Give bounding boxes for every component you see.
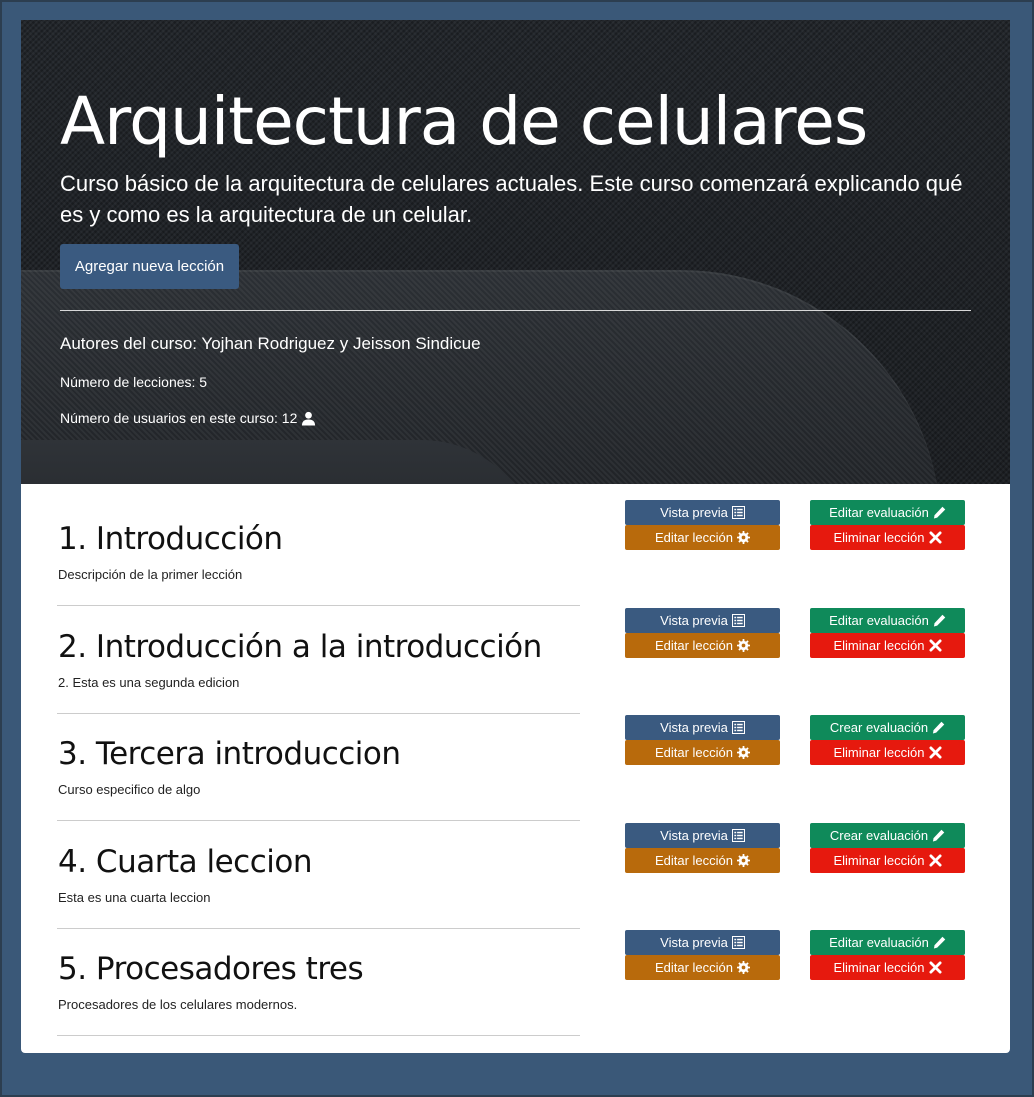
list-alt-icon <box>731 506 745 519</box>
delete-lesson-label: Eliminar lección <box>833 638 925 653</box>
user-count-row: Número de usuarios en este curso: 12 <box>60 410 316 426</box>
cog-icon <box>737 531 751 544</box>
edit-lesson-label: Editar lección <box>654 530 734 545</box>
lesson-item: 3. Tercera introduccion Curso especifico… <box>21 699 1010 821</box>
preview-button[interactable]: Vista previa <box>625 500 780 525</box>
list-alt-icon <box>731 936 745 949</box>
preview-button[interactable]: Vista previa <box>625 608 780 633</box>
preview-label: Vista previa <box>660 720 728 735</box>
close-icon <box>928 531 942 544</box>
cog-icon <box>737 961 751 974</box>
course-description: Curso básico de la arquitectura de celul… <box>60 171 963 227</box>
lesson-item: 4. Cuarta leccion Esta es una cuarta lec… <box>21 807 1010 929</box>
delete-lesson-button[interactable]: Eliminar lección <box>810 633 965 658</box>
edit-lesson-label: Editar lección <box>654 638 734 653</box>
evaluation-button[interactable]: Editar evaluación <box>810 500 965 525</box>
lesson-title[interactable]: 4. Cuarta leccion <box>58 843 312 881</box>
lesson-description: Procesadores de los celulares modernos. <box>58 997 298 1012</box>
evaluation-button[interactable]: Editar evaluación <box>810 608 965 633</box>
pencil-icon <box>933 614 946 627</box>
cog-icon <box>737 639 751 652</box>
preview-button[interactable]: Vista previa <box>625 715 780 740</box>
add-lesson-button[interactable]: Agregar nueva lección <box>60 244 239 289</box>
evaluation-label: Editar evaluación <box>829 935 929 950</box>
delete-lesson-button[interactable]: Eliminar lección <box>810 740 965 765</box>
close-icon <box>928 961 942 974</box>
preview-label: Vista previa <box>660 828 728 843</box>
delete-lesson-label: Eliminar lección <box>833 853 925 868</box>
lesson-title[interactable]: 3. Tercera introduccion <box>58 735 401 773</box>
course-title: Arquitectura de celulares <box>60 83 868 160</box>
lesson-title[interactable]: 5. Procesadores tres <box>58 950 364 988</box>
evaluation-label: Crear evaluación <box>829 828 929 843</box>
close-icon <box>928 854 942 867</box>
edit-lesson-button[interactable]: Editar lección <box>625 633 780 658</box>
lesson-divider <box>57 1035 580 1036</box>
edit-lesson-button[interactable]: Editar lección <box>625 848 780 873</box>
pencil-icon <box>933 506 946 519</box>
list-alt-icon <box>731 829 745 842</box>
preview-label: Vista previa <box>660 935 728 950</box>
user-icon <box>302 411 316 426</box>
delete-lesson-button[interactable]: Eliminar lección <box>810 848 965 873</box>
edit-lesson-label: Editar lección <box>654 960 734 975</box>
cog-icon <box>737 746 751 759</box>
edit-lesson-button[interactable]: Editar lección <box>625 740 780 765</box>
pencil-icon <box>933 936 946 949</box>
pencil-icon <box>933 721 945 734</box>
lesson-description: Curso especifico de algo <box>58 782 201 797</box>
lesson-description: Esta es una cuarta leccion <box>58 890 211 905</box>
edit-lesson-button[interactable]: Editar lección <box>625 955 780 980</box>
evaluation-button[interactable]: Crear evaluación <box>810 715 965 740</box>
course-authors: Autores del curso: Yojhan Rodriguez y Je… <box>60 334 481 353</box>
course-header: Arquitectura de celulares Curso básico d… <box>21 20 1010 484</box>
close-icon <box>928 639 942 652</box>
pencil-icon <box>933 829 945 842</box>
user-count: Número de usuarios en este curso: 12 <box>60 410 298 426</box>
delete-lesson-button[interactable]: Eliminar lección <box>810 525 965 550</box>
edit-lesson-label: Editar lección <box>654 745 734 760</box>
preview-button[interactable]: Vista previa <box>625 930 780 955</box>
lesson-title[interactable]: 2. Introducción a la introducción <box>58 628 542 666</box>
edit-lesson-label: Editar lección <box>654 853 734 868</box>
list-alt-icon <box>731 721 745 734</box>
evaluation-button[interactable]: Editar evaluación <box>810 930 965 955</box>
evaluation-label: Crear evaluación <box>829 720 929 735</box>
list-alt-icon <box>731 614 745 627</box>
close-icon <box>928 746 942 759</box>
lesson-count: Número de lecciones: 5 <box>60 374 208 390</box>
edit-lesson-button[interactable]: Editar lección <box>625 525 780 550</box>
cog-icon <box>737 854 751 867</box>
preview-button[interactable]: Vista previa <box>625 823 780 848</box>
lesson-item: 2. Introducción a la introducción 2. Est… <box>21 592 1010 714</box>
lesson-title[interactable]: 1. Introducción <box>58 520 283 558</box>
evaluation-label: Editar evaluación <box>829 613 929 628</box>
preview-label: Vista previa <box>660 505 728 520</box>
preview-label: Vista previa <box>660 613 728 628</box>
lesson-item: 1. Introducción Descripción de la primer… <box>21 484 1010 606</box>
delete-lesson-button[interactable]: Eliminar lección <box>810 955 965 980</box>
delete-lesson-label: Eliminar lección <box>833 530 925 545</box>
lessons-panel: 1. Introducción Descripción de la primer… <box>21 484 1010 1053</box>
lesson-description: 2. Esta es una segunda edicion <box>58 675 240 690</box>
delete-lesson-label: Eliminar lección <box>833 745 925 760</box>
lesson-description: Descripción de la primer lección <box>58 567 243 582</box>
header-background-shape-lower <box>21 440 541 484</box>
delete-lesson-label: Eliminar lección <box>833 960 925 975</box>
evaluation-label: Editar evaluación <box>829 505 929 520</box>
lesson-item: 5. Procesadores tres Procesadores de los… <box>21 914 1010 1036</box>
evaluation-button[interactable]: Crear evaluación <box>810 823 965 848</box>
header-divider <box>60 310 971 311</box>
